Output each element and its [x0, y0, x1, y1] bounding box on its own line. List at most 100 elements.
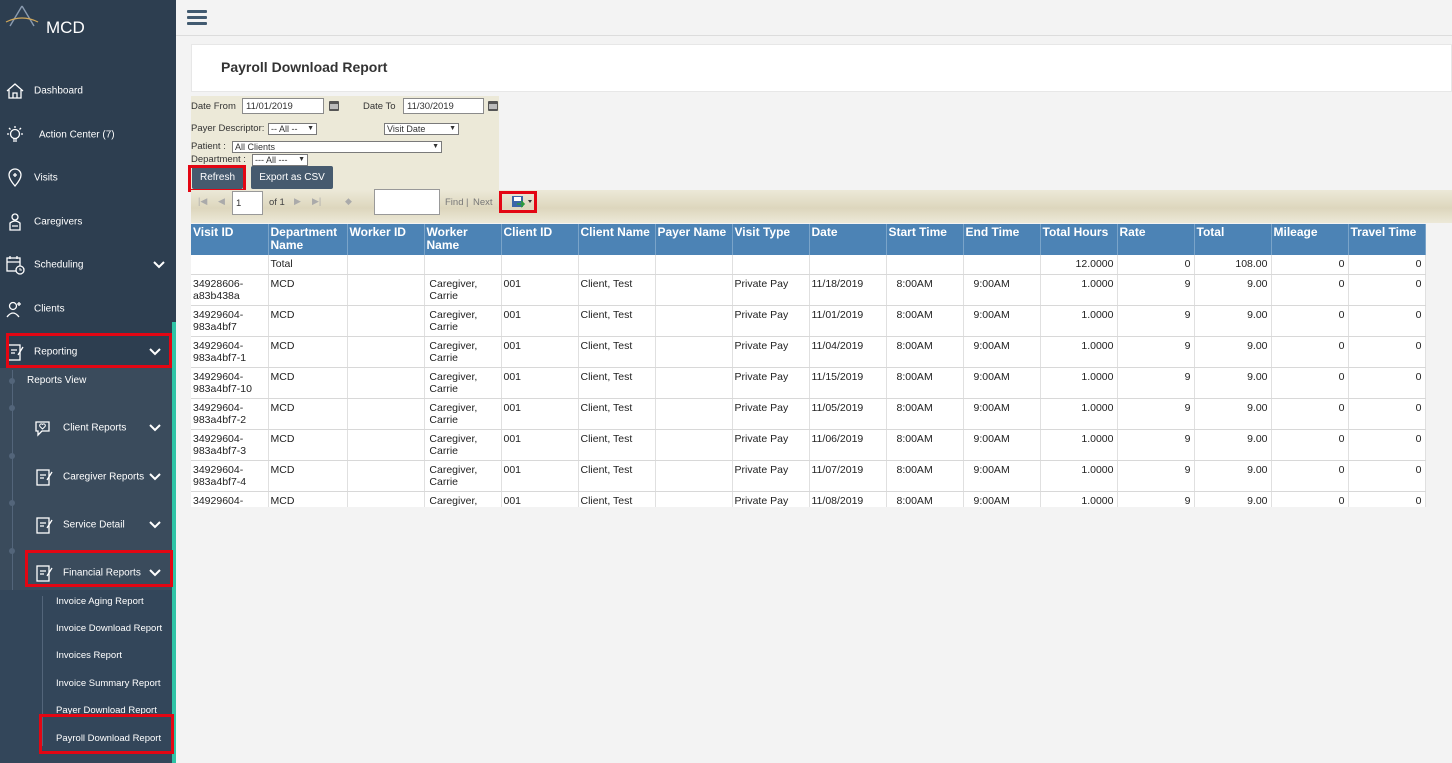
- find-link[interactable]: Find: [445, 197, 463, 208]
- table-cell: 34929604-: [191, 491, 269, 507]
- chevron-down-icon: [149, 348, 161, 356]
- sidebar-item-label: Caregivers: [34, 216, 83, 228]
- table-cell: 11/05/2019: [809, 398, 887, 430]
- page-header: Payroll Download Report: [191, 44, 1452, 92]
- sidebar-item-reporting[interactable]: Reporting: [0, 332, 172, 372]
- table-cell: 11/08/2019: [809, 491, 887, 507]
- table-cell: 0: [1271, 305, 1349, 337]
- table-cell: [809, 255, 887, 275]
- payer-descriptor-label: Payer Descriptor:: [191, 123, 265, 134]
- table-cell: 0: [1271, 255, 1349, 275]
- table-header: Visit ID Department Name Worker ID Worker N…: [191, 224, 1426, 255]
- table-cell: 1.0000: [1040, 491, 1118, 507]
- date-from-input[interactable]: [242, 98, 324, 114]
- table-cell: Private Pay: [732, 336, 810, 368]
- table-row[interactable]: 34929604- MCD Caregiver, 001 Client, Test Pr…: [191, 491, 1426, 507]
- chevron-down-icon: [149, 473, 161, 481]
- table-cell: 001: [501, 491, 579, 507]
- table-cell: [424, 255, 502, 275]
- payer-download-report-link[interactable]: Payer Download Report: [56, 705, 157, 716]
- table-cell: 1.0000: [1040, 336, 1118, 368]
- table-cell: 9: [1117, 274, 1195, 306]
- column-header: Date: [809, 224, 887, 255]
- sidebar-item-dashboard[interactable]: Dashboard: [0, 71, 176, 111]
- next-link[interactable]: Next: [473, 197, 493, 208]
- table-cell: Client, Test: [578, 367, 656, 399]
- table-cell: Private Pay: [732, 491, 810, 507]
- table-cell: [347, 274, 425, 306]
- table-cell: 001: [501, 429, 579, 461]
- next-page-icon[interactable]: ▶: [294, 196, 301, 207]
- table-cell: 9:00AM: [963, 398, 1041, 430]
- sidebar-item-caregivers[interactable]: Caregivers: [0, 202, 176, 242]
- table-cell: 001: [501, 367, 579, 399]
- export-icon[interactable]: [511, 195, 535, 209]
- table-cell: 11/07/2019: [809, 460, 887, 492]
- table-cell: MCD: [268, 460, 348, 492]
- table-cell: 9: [1117, 336, 1195, 368]
- home-icon: [6, 83, 24, 99]
- logo[interactable]: MCD: [0, 0, 176, 60]
- location-pin-icon: [8, 168, 22, 187]
- reports-view-link[interactable]: Reports View: [27, 375, 86, 386]
- back-icon[interactable]: ◆: [345, 196, 352, 207]
- table-row[interactable]: 34928606- a83b438a MCD Caregiver, Carrie 0…: [191, 274, 1426, 306]
- dropdown-arrow-icon: ▼: [307, 125, 314, 132]
- table-cell: 9.00: [1194, 491, 1272, 507]
- table-cell: 0: [1271, 491, 1349, 507]
- hamburger-menu-icon[interactable]: [187, 10, 207, 26]
- table-cell: 9:00AM: [963, 367, 1041, 399]
- table-row[interactable]: 34929604- 983a4bf7 MCD Caregiver, Carrie 0…: [191, 305, 1426, 337]
- refresh-button[interactable]: Refresh: [192, 166, 243, 189]
- report-edit-icon: [36, 517, 53, 534]
- sidebar-item-clients[interactable]: Clients: [0, 289, 176, 329]
- table-cell: 0: [1348, 429, 1426, 461]
- calendar-icon[interactable]: [488, 101, 498, 111]
- patient-label: Patient :: [191, 141, 226, 152]
- invoices-report-link[interactable]: Invoices Report: [56, 650, 122, 661]
- page-number-input[interactable]: [232, 191, 263, 215]
- calendar-icon[interactable]: [329, 101, 339, 111]
- table-cell: 8:00AM: [886, 491, 964, 507]
- table-cell: Private Pay: [732, 305, 810, 337]
- table-row[interactable]: 34929604- 983a4bf7-2 MCD Caregiver, Carri…: [191, 398, 1426, 430]
- last-page-icon[interactable]: ▶|: [312, 196, 321, 207]
- table-cell: Caregiver, Carrie: [424, 367, 502, 399]
- sidebar-item-action-center[interactable]: Action Center (7): [0, 115, 176, 155]
- previous-page-icon[interactable]: ◀: [218, 196, 225, 207]
- table-cell: Client, Test: [578, 305, 656, 337]
- total-row: Total 12.0000 0 108.00 0 0: [191, 255, 1426, 275]
- table-cell: 9.00: [1194, 367, 1272, 399]
- find-input[interactable]: [374, 189, 440, 215]
- invoice-aging-report-link[interactable]: Invoice Aging Report: [56, 596, 144, 607]
- client-reports-group[interactable]: Client Reports: [0, 404, 172, 452]
- table-cell: 8:00AM: [886, 336, 964, 368]
- table-cell: 34929604- 983a4bf7-3: [191, 429, 269, 461]
- date-type-select[interactable]: Visit Date ▼: [384, 123, 459, 135]
- select-value: --- All ---: [255, 155, 288, 165]
- first-page-icon[interactable]: |◀: [198, 196, 207, 207]
- separator: |: [466, 197, 469, 208]
- invoice-summary-report-link[interactable]: Invoice Summary Report: [56, 678, 161, 689]
- table-row[interactable]: 34929604- 983a4bf7-1 MCD Caregiver, Carri…: [191, 336, 1426, 368]
- service-detail-group[interactable]: Service Detail: [0, 501, 172, 549]
- sidebar-item-visits[interactable]: Visits: [0, 158, 176, 198]
- table-row[interactable]: 34929604- 983a4bf7-3 MCD Caregiver, Carri…: [191, 429, 1426, 461]
- invoice-download-report-link[interactable]: Invoice Download Report: [56, 623, 162, 634]
- patient-select[interactable]: All Clients ▼: [232, 141, 442, 153]
- report-table: Visit ID Department Name Worker ID Worker N…: [191, 224, 1426, 507]
- table-row[interactable]: 34929604- 983a4bf7-10 MCD Caregiver, Carr…: [191, 367, 1426, 399]
- date-to-input[interactable]: [403, 98, 484, 114]
- clients-icon: [6, 301, 21, 318]
- table-row[interactable]: 34929604- 983a4bf7-4 MCD Caregiver, Carri…: [191, 460, 1426, 492]
- column-header: Visit Type: [732, 224, 810, 255]
- group-label: Client Reports: [63, 422, 127, 434]
- table-cell: 9: [1117, 398, 1195, 430]
- table-cell: [963, 255, 1041, 275]
- export-csv-button[interactable]: Export as CSV: [251, 166, 333, 189]
- department-select[interactable]: --- All --- ▼: [252, 154, 308, 166]
- sidebar-item-scheduling[interactable]: Scheduling: [0, 245, 176, 285]
- payer-descriptor-select[interactable]: -- All -- ▼: [268, 123, 317, 135]
- payroll-download-report-link[interactable]: Payroll Download Report: [56, 733, 161, 744]
- caregiver-reports-group[interactable]: Caregiver Reports: [0, 453, 172, 501]
